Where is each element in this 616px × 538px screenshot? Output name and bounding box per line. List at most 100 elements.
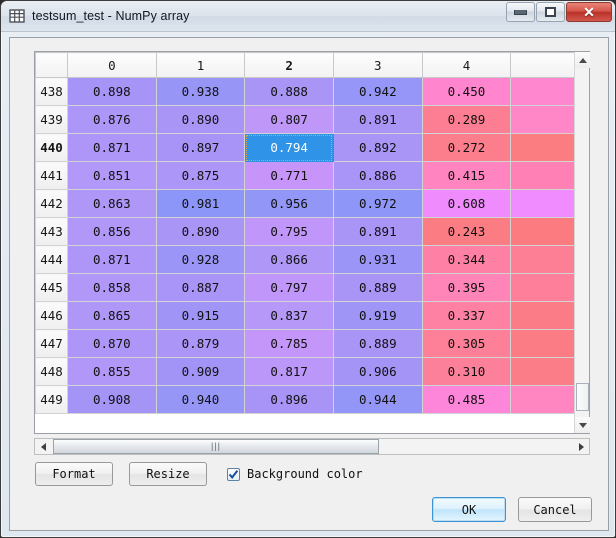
cell-438-1[interactable]: 0.938 [155,77,246,106]
cell-438-3[interactable]: 0.942 [332,77,423,106]
column-header-3[interactable]: 3 [332,52,423,78]
cell-438-2[interactable]: 0.888 [244,77,334,106]
column-header-4[interactable]: 4 [421,52,512,78]
cell-444-3[interactable]: 0.931 [332,245,423,274]
cell-449-4[interactable]: 0.485 [421,385,512,414]
cell-447-1[interactable]: 0.879 [155,329,246,358]
column-header-1[interactable]: 1 [155,52,246,78]
cell-448-4[interactable]: 0.310 [421,357,512,386]
cell-443-0[interactable]: 0.856 [67,217,157,246]
cell-441-0[interactable]: 0.851 [67,161,157,190]
horizontal-scrollbar[interactable]: ||| [34,438,590,455]
cell-442-4[interactable]: 0.608 [421,189,512,218]
cell-442-partial[interactable] [510,189,574,218]
cell-440-2[interactable]: 0.794 [244,133,334,162]
cell-447-0[interactable]: 0.870 [67,329,157,358]
cell-441-2[interactable]: 0.771 [244,161,334,190]
cell-447-3[interactable]: 0.889 [332,329,423,358]
row-header-445[interactable]: 445 [35,273,68,302]
cell-440-4[interactable]: 0.272 [421,133,512,162]
cell-441-partial[interactable] [510,161,574,190]
cell-440-0[interactable]: 0.871 [67,133,157,162]
vertical-scrollbar[interactable] [574,52,590,433]
cell-448-2[interactable]: 0.817 [244,357,334,386]
scroll-right-button[interactable] [573,439,589,454]
column-header-partial[interactable] [510,52,574,78]
format-button[interactable]: Format [35,462,113,486]
column-header-2[interactable]: 2 [244,52,334,78]
cell-448-partial[interactable] [510,357,574,386]
cell-443-1[interactable]: 0.890 [155,217,246,246]
cell-439-1[interactable]: 0.890 [155,105,246,134]
row-header-440[interactable]: 440 [35,133,68,162]
cell-446-1[interactable]: 0.915 [155,301,246,330]
cell-445-1[interactable]: 0.887 [155,273,246,302]
cell-444-4[interactable]: 0.344 [421,245,512,274]
row-header-439[interactable]: 439 [35,105,68,134]
cell-445-2[interactable]: 0.797 [244,273,334,302]
cancel-button[interactable]: Cancel [518,497,592,522]
cell-442-0[interactable]: 0.863 [67,189,157,218]
cell-441-3[interactable]: 0.886 [332,161,423,190]
scroll-left-button[interactable] [35,439,51,454]
cell-446-partial[interactable] [510,301,574,330]
row-header-442[interactable]: 442 [35,189,68,218]
cell-440-partial[interactable] [510,133,574,162]
cell-449-1[interactable]: 0.940 [155,385,246,414]
cell-443-2[interactable]: 0.795 [244,217,334,246]
cell-439-4[interactable]: 0.289 [421,105,512,134]
cell-442-3[interactable]: 0.972 [332,189,423,218]
cell-449-3[interactable]: 0.944 [332,385,423,414]
close-button[interactable]: ✕ [566,2,612,22]
horizontal-scrollbar-thumb[interactable]: ||| [53,439,379,454]
cell-441-1[interactable]: 0.875 [155,161,246,190]
resize-button[interactable]: Resize [129,462,207,486]
minimize-button[interactable] [506,2,535,22]
row-header-438[interactable]: 438 [35,77,68,106]
cell-449-partial[interactable] [510,385,574,414]
cell-445-4[interactable]: 0.395 [421,273,512,302]
cell-448-0[interactable]: 0.855 [67,357,157,386]
cell-439-3[interactable]: 0.891 [332,105,423,134]
maximize-button[interactable] [536,2,565,22]
column-header-0[interactable]: 0 [67,52,157,78]
cell-440-1[interactable]: 0.897 [155,133,246,162]
cell-448-3[interactable]: 0.906 [332,357,423,386]
cell-445-partial[interactable] [510,273,574,302]
cell-441-4[interactable]: 0.415 [421,161,512,190]
cell-444-1[interactable]: 0.928 [155,245,246,274]
cell-448-1[interactable]: 0.909 [155,357,246,386]
cell-444-2[interactable]: 0.866 [244,245,334,274]
cell-449-0[interactable]: 0.908 [67,385,157,414]
row-header-446[interactable]: 446 [35,301,68,330]
row-header-448[interactable]: 448 [35,357,68,386]
cell-442-1[interactable]: 0.981 [155,189,246,218]
cell-444-partial[interactable] [510,245,574,274]
cell-446-2[interactable]: 0.837 [244,301,334,330]
cell-443-partial[interactable] [510,217,574,246]
cell-446-0[interactable]: 0.865 [67,301,157,330]
cell-439-0[interactable]: 0.876 [67,105,157,134]
cell-449-2[interactable]: 0.896 [244,385,334,414]
row-header-447[interactable]: 447 [35,329,68,358]
vertical-scrollbar-thumb[interactable] [576,383,589,411]
row-header-443[interactable]: 443 [35,217,68,246]
cell-445-0[interactable]: 0.858 [67,273,157,302]
cell-442-2[interactable]: 0.956 [244,189,334,218]
cell-438-4[interactable]: 0.450 [421,77,512,106]
cell-447-2[interactable]: 0.785 [244,329,334,358]
cell-445-3[interactable]: 0.889 [332,273,423,302]
background-color-checkbox-wrap[interactable]: Background color [227,467,363,481]
cell-446-3[interactable]: 0.919 [332,301,423,330]
cell-439-2[interactable]: 0.807 [244,105,334,134]
cell-438-0[interactable]: 0.898 [67,77,157,106]
scroll-down-button[interactable] [575,417,590,433]
cell-447-partial[interactable] [510,329,574,358]
scroll-up-button[interactable] [575,52,590,68]
horizontal-scrollbar-track[interactable]: ||| [51,439,573,454]
ok-button[interactable]: OK [432,497,506,522]
cell-446-4[interactable]: 0.337 [421,301,512,330]
row-header-449[interactable]: 449 [35,385,68,414]
background-color-checkbox[interactable] [227,467,240,481]
cell-440-3[interactable]: 0.892 [332,133,423,162]
